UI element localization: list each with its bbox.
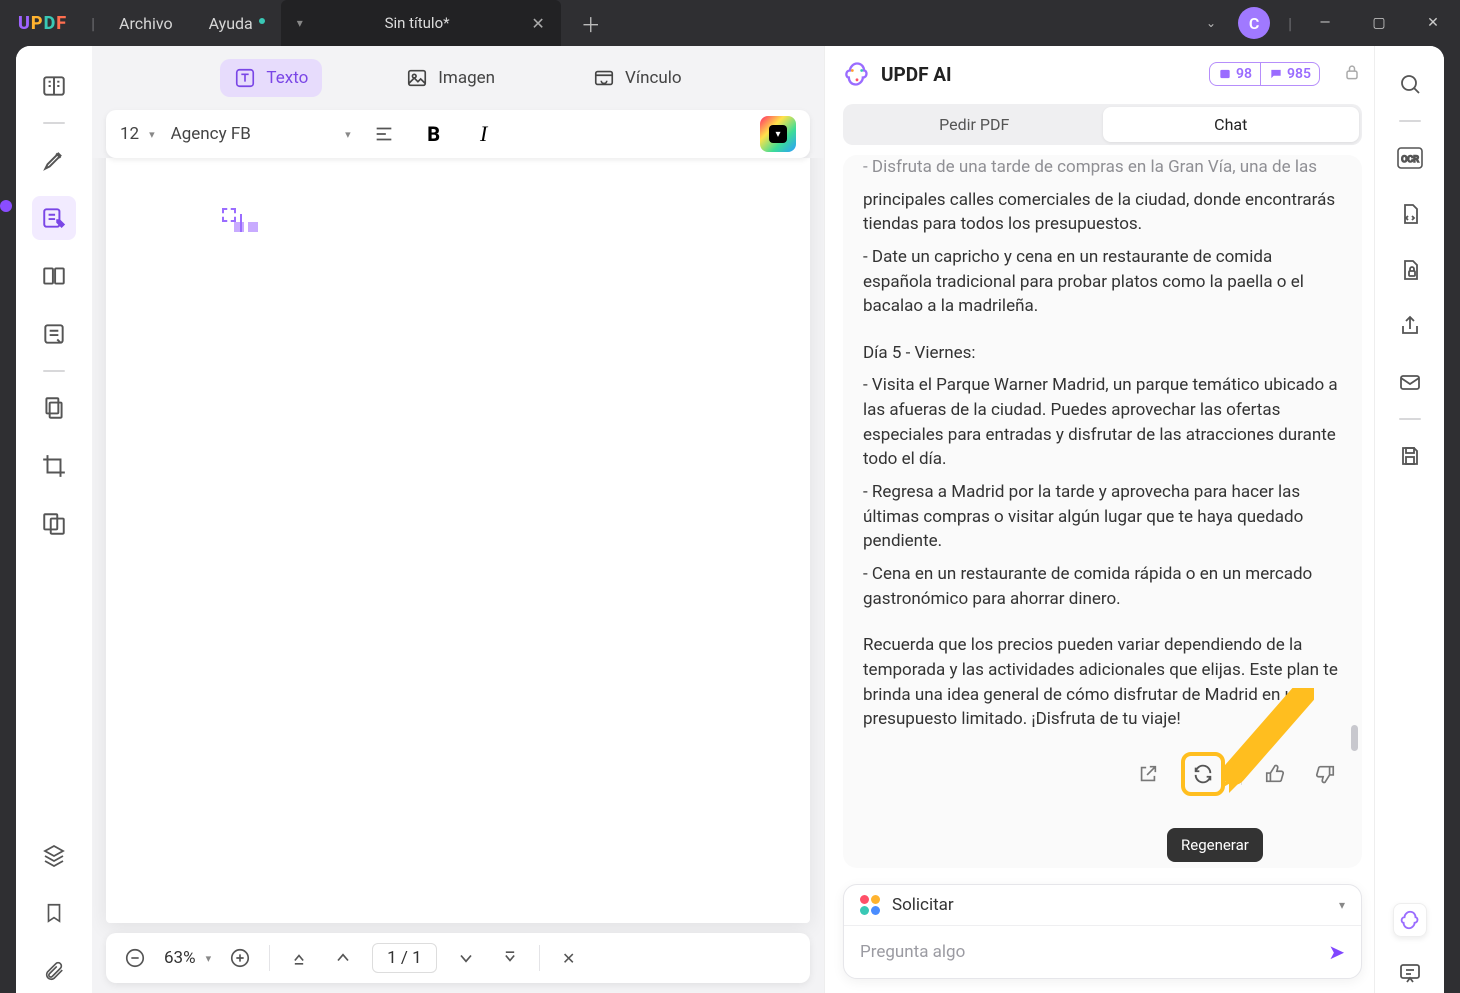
ai-message: - Disfruta de una tarde de compras en la… (843, 155, 1362, 868)
next-page-button[interactable] (451, 943, 481, 973)
editor-area: Texto Imagen Vínculo 12▾ Agency FB▾ B I … (92, 46, 824, 993)
edit-text-icon[interactable] (32, 196, 76, 240)
tab-image[interactable]: Imagen (392, 59, 509, 97)
ocr-icon[interactable]: OCR (1390, 138, 1430, 178)
color-picker[interactable]: ▾ (760, 116, 796, 152)
tab-title: Sin título* (303, 14, 532, 32)
ai-title: UPDF AI (881, 63, 952, 86)
title-bar: UPDF | Archivo Ayuda ▾ Sin título* ✕ ＋ ⌄… (0, 0, 1460, 46)
text-cursor-widget (222, 208, 258, 236)
watermark-icon[interactable] (32, 502, 76, 546)
zoom-in-button[interactable] (225, 943, 255, 973)
chat-panel-icon[interactable] (1390, 953, 1430, 993)
font-family-select[interactable]: Agency FB▾ (171, 124, 351, 144)
ai-input-area: Solicitar ▾ ➤ (843, 884, 1362, 979)
bookmark-icon[interactable] (32, 891, 76, 935)
preset-dots-icon (860, 895, 880, 915)
insert-tabs: Texto Imagen Vínculo (92, 46, 824, 110)
reader-icon[interactable] (32, 64, 76, 108)
prompt-presets[interactable]: Solicitar ▾ (844, 885, 1361, 926)
separator: | (85, 14, 101, 33)
status-bar: 63%▾ 1 / 1 ✕ (106, 933, 810, 983)
credit-badges[interactable]: 98 985 (1209, 62, 1320, 86)
form-icon[interactable] (32, 312, 76, 356)
right-toolbar: OCR (1374, 46, 1444, 993)
thumbs-down-button[interactable] (1308, 757, 1342, 791)
crop-icon[interactable] (32, 444, 76, 488)
regenerate-tooltip: Regenerar (1167, 828, 1263, 862)
zoom-out-button[interactable] (120, 943, 150, 973)
tab-text[interactable]: Texto (220, 59, 322, 97)
attachment-icon[interactable] (32, 949, 76, 993)
ai-toggle-icon[interactable] (1393, 903, 1427, 937)
highlighter-icon[interactable] (32, 138, 76, 182)
left-toolbar (16, 46, 92, 993)
scrollbar-thumb[interactable] (1351, 725, 1358, 751)
pages-icon[interactable] (32, 254, 76, 298)
ai-mode-tabs: Pedir PDF Chat (843, 104, 1362, 145)
tab-chat[interactable]: Chat (1103, 107, 1360, 142)
document-tab[interactable]: ▾ Sin título* ✕ (281, 0, 561, 46)
menu-help[interactable]: Ayuda (191, 14, 271, 33)
menu-file[interactable]: Archivo (101, 14, 191, 33)
maximize-button[interactable]: ▢ (1352, 0, 1406, 46)
format-bar: 12▾ Agency FB▾ B I ▾ (106, 110, 810, 158)
email-icon[interactable] (1390, 362, 1430, 402)
close-window-button[interactable]: ✕ (1406, 0, 1460, 46)
minimize-button[interactable]: — (1298, 0, 1352, 46)
app-logo: UPDF (0, 13, 85, 34)
new-tab-button[interactable]: ＋ (561, 9, 621, 38)
save-icon[interactable] (1390, 436, 1430, 476)
send-button[interactable]: ➤ (1328, 940, 1345, 964)
layers-icon[interactable] (32, 833, 76, 877)
document-page[interactable] (106, 158, 810, 923)
export-button[interactable] (1131, 757, 1165, 791)
organize-icon[interactable] (32, 386, 76, 430)
user-avatar[interactable]: C (1238, 7, 1270, 39)
protect-icon[interactable] (1390, 250, 1430, 290)
prev-page-button[interactable] (328, 943, 358, 973)
ai-logo-icon (843, 60, 871, 88)
edge-handle[interactable] (0, 200, 12, 212)
italic-button[interactable]: I (467, 117, 501, 151)
share-icon[interactable] (1390, 306, 1430, 346)
regenerate-button[interactable] (1181, 752, 1225, 796)
chevron-down-icon: ▾ (1339, 898, 1345, 912)
search-icon[interactable] (1390, 64, 1430, 104)
page-indicator[interactable]: 1 / 1 (372, 943, 437, 973)
chat-input[interactable] (860, 942, 1328, 962)
font-size-select[interactable]: 12▾ (120, 124, 155, 144)
svg-text:OCR: OCR (1401, 155, 1419, 165)
tab-close-icon[interactable]: ✕ (531, 14, 544, 33)
convert-icon[interactable] (1390, 194, 1430, 234)
ai-panel: UPDF AI 98 985 Pedir PDF Chat - Disfruta… (824, 46, 1374, 993)
tab-link[interactable]: Vínculo (579, 59, 696, 97)
align-button[interactable] (367, 117, 401, 151)
bold-button[interactable]: B (417, 117, 451, 151)
zoom-select[interactable]: 63%▾ (164, 948, 211, 968)
close-bar-button[interactable]: ✕ (554, 943, 584, 973)
first-page-button[interactable] (284, 943, 314, 973)
thumbs-up-button[interactable] (1258, 757, 1292, 791)
lock-icon[interactable] (1342, 62, 1362, 86)
window-chevron-icon[interactable]: ⌄ (1206, 16, 1216, 30)
last-page-button[interactable] (495, 943, 525, 973)
tab-ask-pdf[interactable]: Pedir PDF (846, 107, 1103, 142)
